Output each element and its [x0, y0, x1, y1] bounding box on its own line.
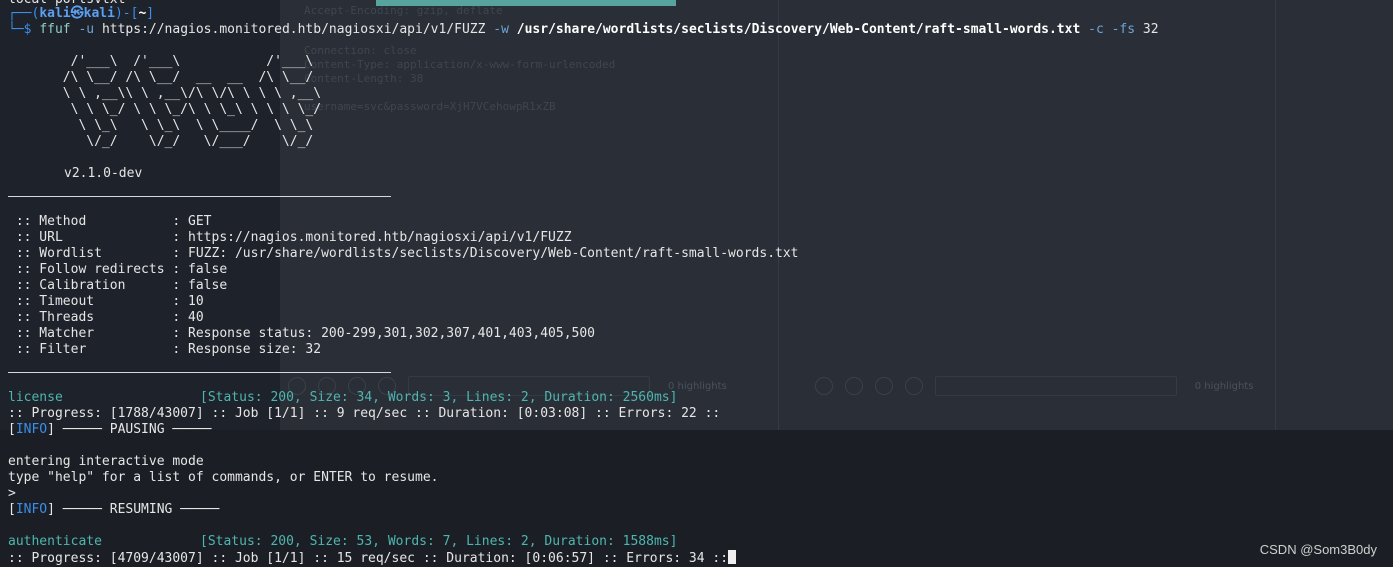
terminal-output[interactable]: local portsvtxt ┌──(kali㉿kali)-[~] └─$ f…	[0, 0, 1393, 567]
ascii-banner-line: /'___\ /'___\ /'___\	[8, 54, 369, 69]
config-row: :: Method : GET	[8, 214, 212, 229]
config-row: :: Filter : Response size: 32	[8, 342, 322, 357]
interactive-prompt: >	[8, 486, 16, 501]
ascii-banner-line: \ \_\ \ \_\ \ \____/ \ \_\	[8, 118, 369, 133]
command-wordlist: /usr/share/wordlists/seclists/Discovery/…	[516, 22, 1081, 37]
result-status: [Status: 200, Size: 53, Words: 7, Lines:…	[200, 534, 678, 549]
divider-line	[8, 372, 391, 373]
progress-line: :: Progress: [1788/43007] :: Job [1/1] :…	[8, 406, 721, 421]
config-row: :: Calibration : false	[8, 278, 228, 293]
version-text: v2.1.0-dev	[64, 166, 143, 181]
ascii-banner-line: \ \ ,__\\ \ ,__\/\ \/\ \ \ \ ,__\	[8, 86, 369, 101]
config-row: :: Matcher : Response status: 200-299,30…	[8, 326, 596, 341]
result-status: [Status: 200, Size: 34, Words: 3, Lines:…	[200, 390, 678, 405]
config-row: :: Threads : 40	[8, 310, 204, 325]
config-row: :: Follow redirects : false	[8, 262, 228, 277]
config-row: :: Timeout : 10	[8, 294, 204, 309]
command-bin: ffuf	[39, 22, 71, 37]
result-word: authenticate	[8, 534, 102, 549]
interactive-mode-text: entering interactive mode	[8, 454, 204, 469]
watermark: CSDN @Som3B0dy	[1259, 542, 1377, 557]
config-row: :: Wordlist : FUZZ: /usr/share/wordlists…	[8, 246, 799, 261]
info-resuming-line: [INFO] ───── RESUMING ─────	[8, 502, 220, 517]
terminal-cursor	[728, 550, 737, 564]
progress-line: :: Progress: [4709/43007] :: Job [1/1] :…	[8, 550, 737, 566]
command-url: https://nagios.monitored.htb/nagiosxi/ap…	[101, 22, 486, 37]
help-hint-text: type "help" for a list of commands, or E…	[8, 470, 439, 485]
command-line: └─$ ffuf -u https://nagios.monitored.htb…	[8, 22, 1159, 37]
ascii-banner-line: \ \ \_/ \ \ \_/\ \ \_\ \ \ \ \_/	[8, 102, 369, 117]
ascii-banner-line: \/_/ \/_/ \/___/ \/_/	[8, 134, 369, 149]
divider-line	[8, 196, 391, 197]
prompt-line: ┌──(kali㉿kali)-[~]	[8, 6, 155, 21]
ascii-banner-line: /\ \__/ /\ \__/ __ __ /\ \__/	[8, 70, 369, 85]
config-row: :: URL : https://nagios.monitored.htb/na…	[8, 230, 572, 245]
info-pausing-line: [INFO] ───── PAUSING ─────	[8, 422, 212, 437]
result-word: license	[8, 390, 63, 405]
